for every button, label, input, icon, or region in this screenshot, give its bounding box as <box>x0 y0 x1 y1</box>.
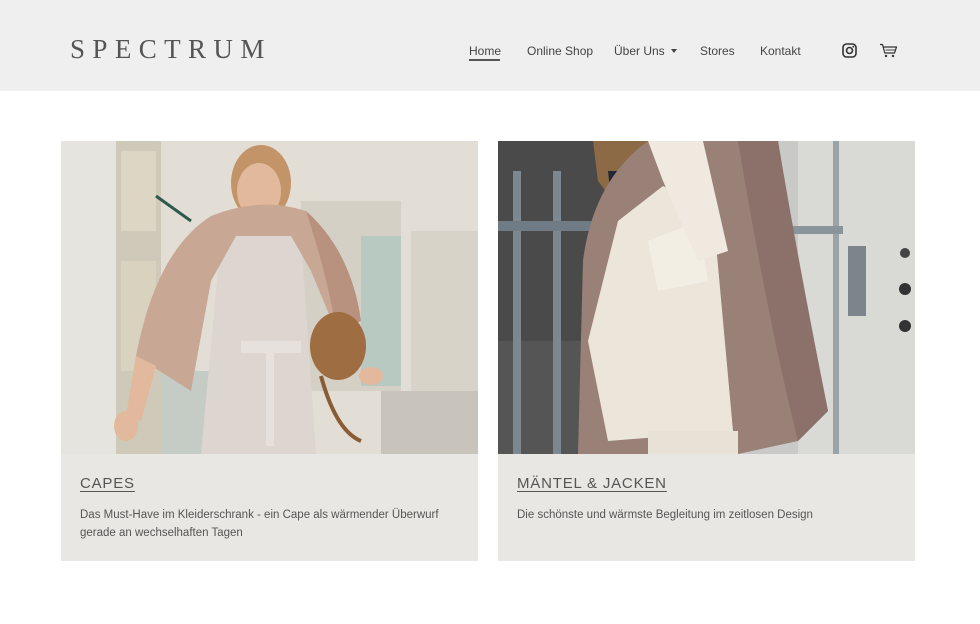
site-header: SPECTRUM Home Online Shop Über Uns Store… <box>0 0 980 91</box>
card-description-capes: Das Must-Have im Kleiderschrank - ein Ca… <box>80 509 439 539</box>
card-title-capes[interactable]: CAPES <box>80 475 135 493</box>
category-card-coats[interactable]: MÄNTEL & JACKEN Die schönste und wärmste… <box>498 141 915 561</box>
instagram-icon[interactable] <box>842 43 857 58</box>
brand-logo[interactable]: SPECTRUM <box>70 34 272 64</box>
capes-photo[interactable] <box>61 141 478 454</box>
active-nav-indicator <box>469 59 500 61</box>
nav-stores[interactable]: Stores <box>700 43 735 59</box>
nav-about-label: Über Uns <box>614 44 665 58</box>
shopping-cart-icon[interactable] <box>879 43 898 58</box>
nav-about-us[interactable]: Über Uns <box>614 43 677 59</box>
card-description-coats: Die schönste und wärmste Begleitung im z… <box>517 509 813 521</box>
nav-home[interactable]: Home <box>469 43 501 59</box>
card-title-coats[interactable]: MÄNTEL & JACKEN <box>517 475 667 493</box>
nav-online-shop[interactable]: Online Shop <box>527 43 593 59</box>
nav-contact[interactable]: Kontakt <box>760 43 801 59</box>
caret-down-icon <box>670 49 677 53</box>
category-card-capes[interactable]: CAPES Das Must-Have im Kleiderschrank - … <box>61 141 478 561</box>
coats-photo[interactable] <box>498 141 915 454</box>
